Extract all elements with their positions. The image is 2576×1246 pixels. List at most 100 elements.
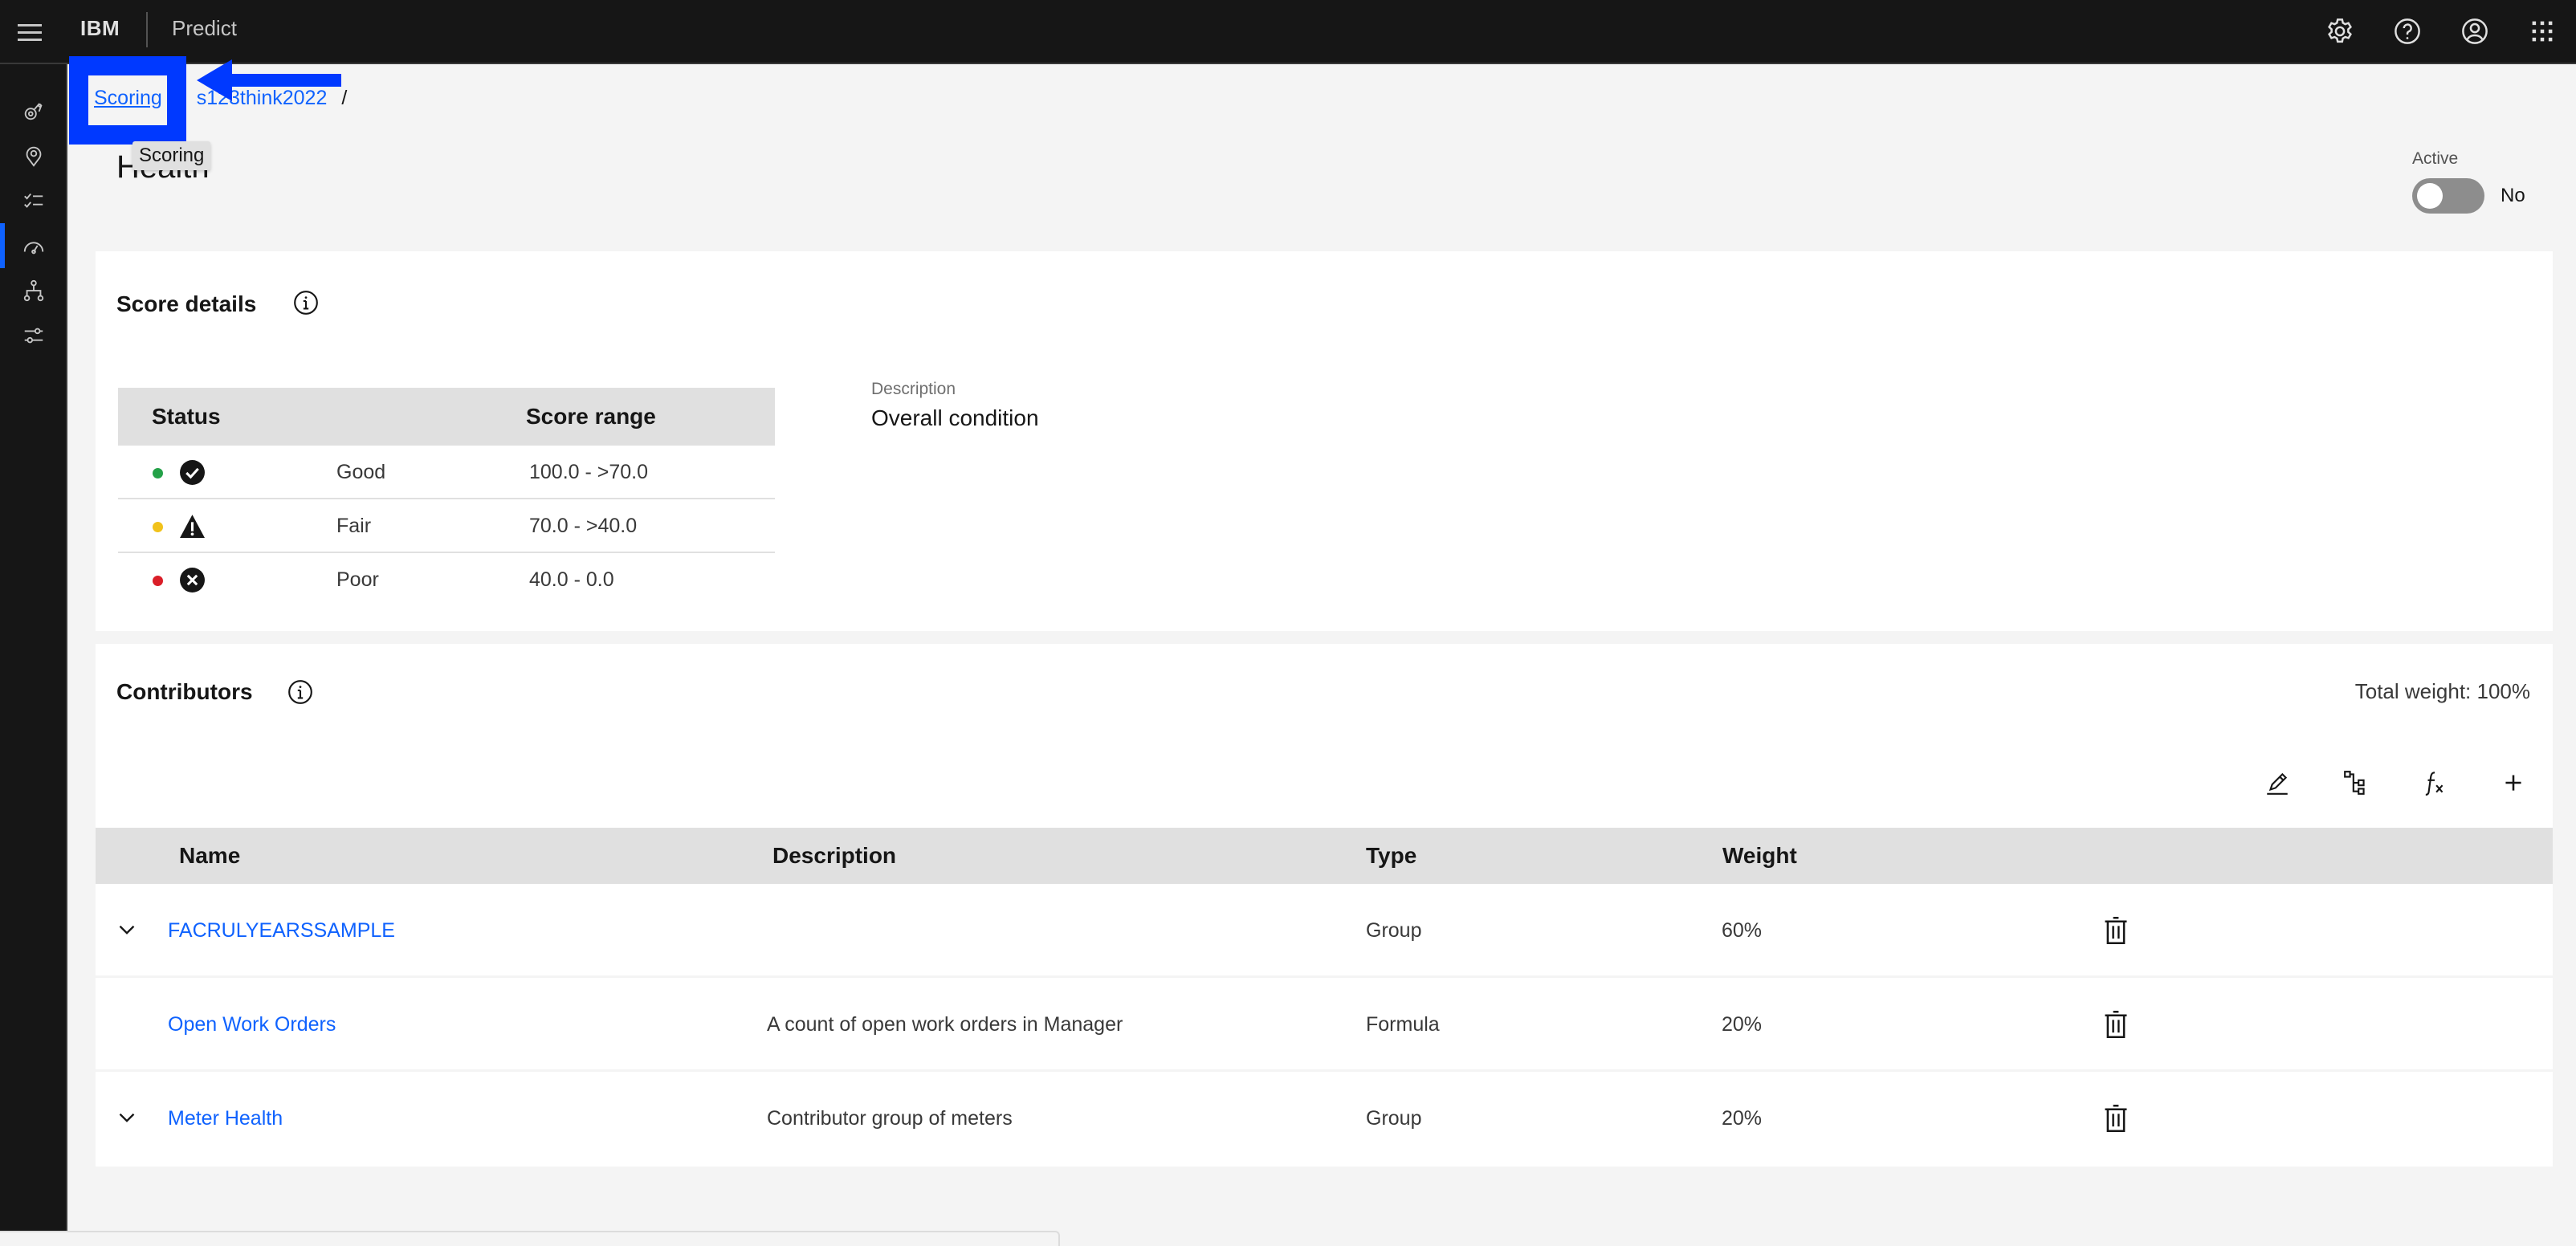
header-divider (146, 12, 148, 47)
contributors-table: Name Description Type Weight FACRULYEARS… (96, 828, 2553, 1166)
header-description: Description (772, 843, 897, 868)
user-avatar-icon (2462, 18, 2488, 44)
info-icon[interactable] (287, 678, 314, 706)
app-grid-icon (2532, 21, 2553, 42)
help-icon (2395, 18, 2420, 44)
active-toggle[interactable] (2412, 178, 2484, 214)
status-dot-poor (153, 576, 163, 586)
delete-button[interactable] (2098, 1007, 2134, 1042)
total-weight: Total weight: 100% (2354, 679, 2530, 703)
contributor-weight: 20% (1722, 1013, 1763, 1036)
contributor-name-link[interactable]: Meter Health (168, 1107, 283, 1130)
score-range: 40.0 - 0.0 (529, 568, 614, 591)
table-row: Good 100.0 - >70.0 (118, 446, 775, 499)
contributor-name-link[interactable]: FACRULYEARSSAMPLE (168, 919, 395, 943)
score-status-table: Status Score range Good 100.0 - >70.0 Fa… (118, 388, 775, 607)
delete-button[interactable] (2098, 913, 2134, 948)
edit-icon (2267, 772, 2288, 795)
settings-button[interactable] (2306, 0, 2374, 63)
description-block: Description Overall condition (871, 380, 1039, 431)
status-dot-fair (153, 522, 163, 532)
table-header: Name Description Type Weight (96, 828, 2553, 884)
top-header: IBM Predict (0, 0, 2576, 64)
contributor-type: Formula (1366, 1013, 1440, 1036)
sidenav-item-assets[interactable] (0, 88, 67, 133)
breadcrumb-model-link[interactable]: s123think2022 (197, 87, 328, 110)
breadcrumb-separator: / (341, 87, 348, 109)
header-actions (2306, 0, 2576, 63)
table-row: Open Work Orders A count of open work or… (96, 978, 2553, 1072)
status-label: Good (336, 461, 386, 483)
description-label: Description (871, 380, 956, 398)
gear-icon (2328, 18, 2352, 43)
add-button[interactable] (2474, 743, 2553, 822)
status-label: Fair (336, 515, 372, 537)
status-dot-good (153, 468, 163, 478)
breadcrumb-tooltip: Scoring (132, 141, 211, 170)
info-icon[interactable] (292, 289, 320, 316)
sliders-icon (24, 328, 43, 344)
error-filled-icon (180, 568, 205, 592)
function-icon (2425, 772, 2444, 796)
add-formula-button[interactable] (2395, 743, 2474, 822)
header-type: Type (1366, 843, 1417, 868)
contributor-type: Group (1366, 1107, 1422, 1130)
header-weight: Weight (1722, 843, 1797, 868)
gauge-icon (23, 242, 44, 254)
table-row: Meter Health Contributor group of meters… (96, 1072, 2553, 1166)
contributors-toolbar (2238, 743, 2553, 822)
asset-icon (24, 103, 43, 120)
sidenav-item-hierarchy[interactable] (0, 268, 67, 313)
add-group-button[interactable] (2317, 743, 2395, 822)
header-name: Name (179, 843, 241, 868)
toggle-knob (2417, 183, 2443, 209)
hierarchy-add-icon (2344, 771, 2365, 795)
add-icon (2505, 775, 2521, 791)
contributor-name-link[interactable]: Open Work Orders (168, 1013, 336, 1036)
score-details-card: Score details Status Score range Good 10… (96, 251, 2553, 631)
hamburger-menu-icon[interactable] (18, 18, 47, 47)
checkmark-filled-icon (180, 460, 205, 485)
breadcrumb: Scoring / s123think2022 / (94, 87, 361, 110)
product-name[interactable]: Predict (172, 16, 237, 41)
active-label: Active (2412, 149, 2459, 168)
warning-filled-icon (180, 515, 205, 538)
hierarchy-icon (23, 279, 44, 302)
sidenav-item-settings[interactable] (0, 313, 67, 358)
edit-button[interactable] (2238, 743, 2317, 822)
app-switcher-button[interactable] (2509, 0, 2576, 63)
side-nav (0, 64, 67, 1246)
chevron-down-icon[interactable] (113, 916, 141, 943)
description-value: Overall condition (871, 405, 1039, 430)
contributor-description: Contributor group of meters (767, 1107, 1013, 1130)
location-icon (26, 146, 42, 167)
table-row: FACRULYEARSSAMPLE Group 60% (96, 884, 2553, 978)
sidenav-item-scoring[interactable] (0, 223, 67, 268)
chevron-down-icon[interactable] (113, 1104, 141, 1131)
trash-icon (2105, 1105, 2127, 1132)
help-button[interactable] (2374, 0, 2441, 63)
brand-name[interactable]: IBM (80, 16, 120, 41)
active-value: No (2501, 185, 2525, 206)
active-toggle-group: Active No (2412, 149, 2525, 214)
score-range: 100.0 - >70.0 (529, 461, 649, 483)
header-status: Status (152, 404, 221, 429)
contributor-weight: 20% (1722, 1107, 1763, 1130)
contributor-weight: 60% (1722, 919, 1763, 942)
browser-link-status-bar (0, 1231, 1060, 1246)
score-range: 70.0 - >40.0 (529, 515, 638, 537)
sidenav-item-locations[interactable] (0, 133, 67, 178)
score-details-title: Score details (116, 291, 257, 316)
sidenav-item-checklist[interactable] (0, 178, 67, 223)
user-profile-button[interactable] (2441, 0, 2509, 63)
trash-icon (2105, 917, 2127, 944)
delete-button[interactable] (2098, 1101, 2134, 1136)
checklist-icon (24, 193, 43, 208)
contributors-card: Contributors Total weight: 100% Name Des… (96, 644, 2553, 1167)
contributors-title: Contributors (116, 679, 253, 704)
status-label: Poor (336, 568, 379, 591)
breadcrumb-scoring-link[interactable]: Scoring (94, 87, 162, 110)
contributor-description: A count of open work orders in Manager (767, 1013, 1123, 1036)
header-score-range: Score range (526, 404, 656, 429)
contributor-type: Group (1366, 919, 1422, 942)
